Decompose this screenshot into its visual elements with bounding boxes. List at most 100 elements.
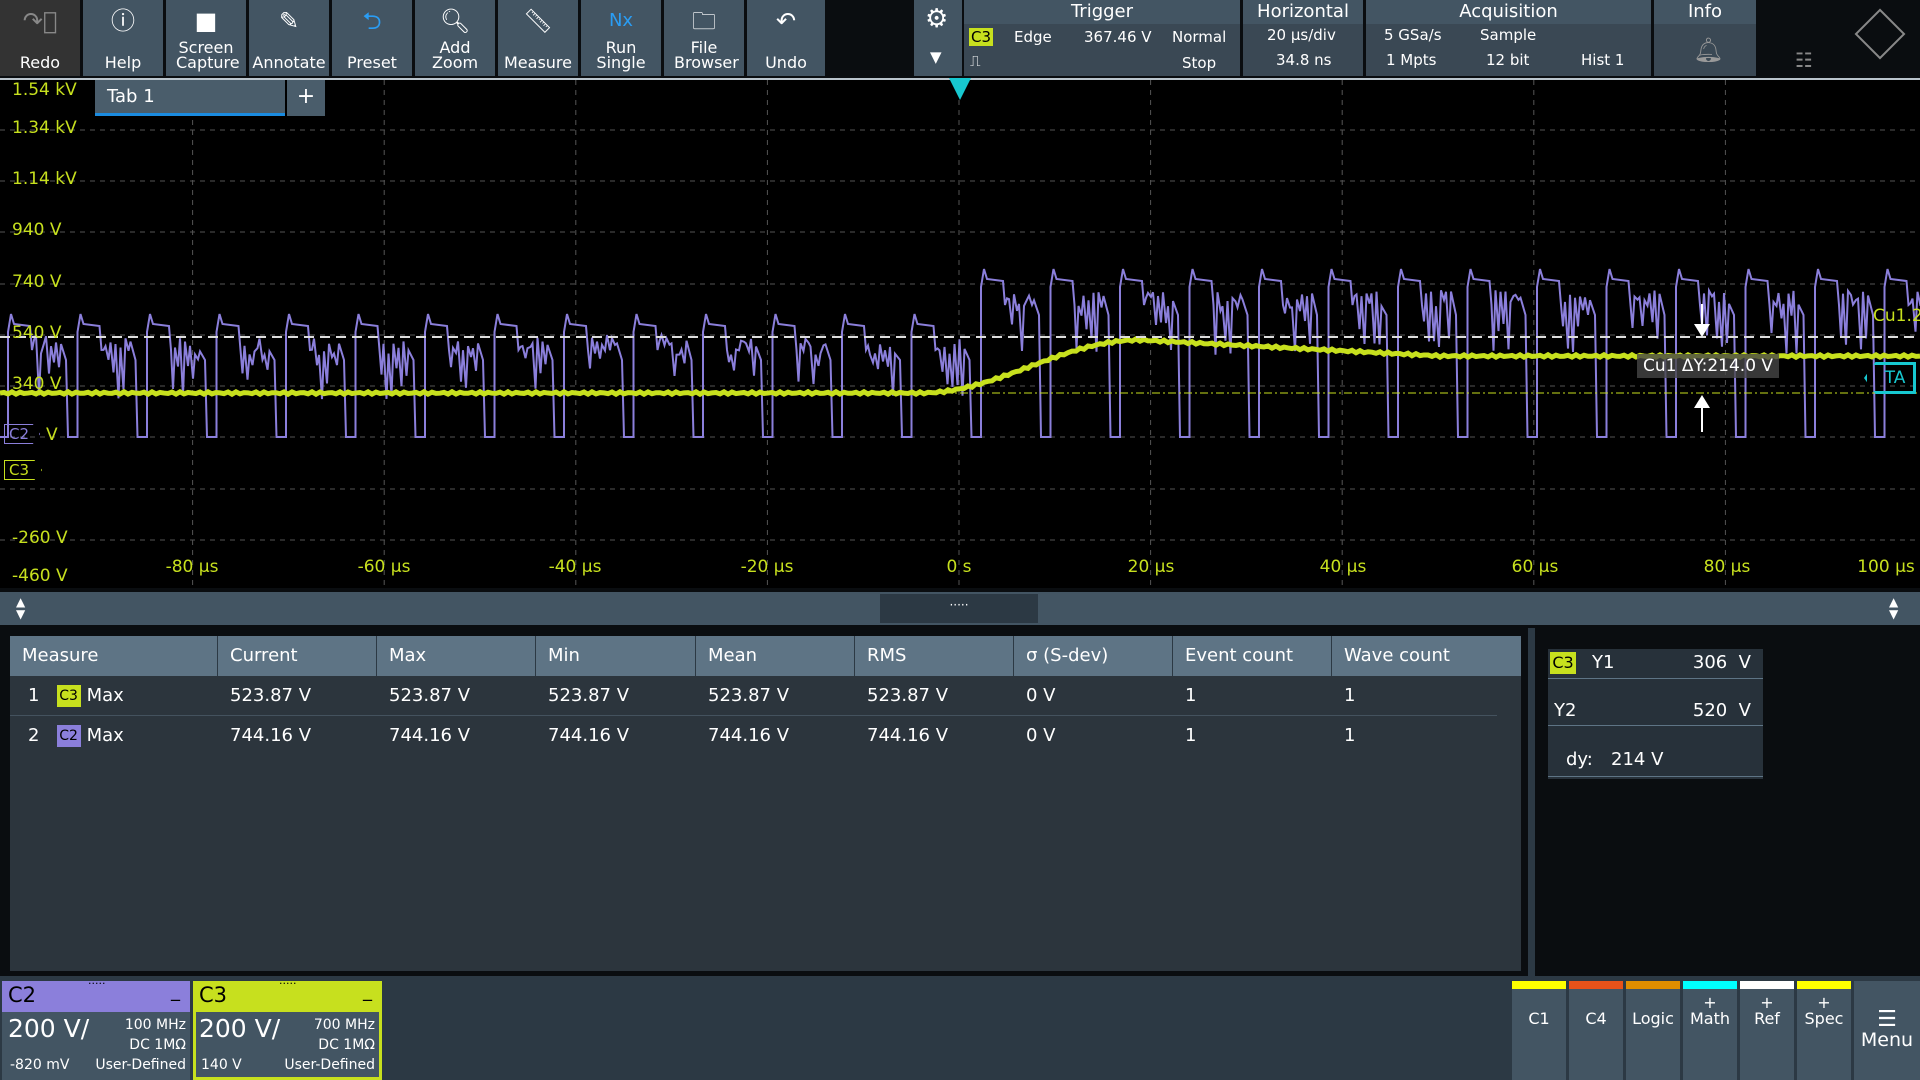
annotate-button[interactable]: ✎ Annotate [249, 0, 329, 76]
horizontal-panel[interactable]: Horizontal 20 µs/div 34.8 ns [1243, 0, 1363, 76]
panel-separator[interactable] [1528, 628, 1535, 976]
resize-arrows-icon[interactable]: ▲ ▼ [16, 596, 25, 620]
trigger-panel[interactable]: Trigger C3 Edge 367.46 V Normal ⎍ Stop [964, 0, 1240, 76]
preset-button[interactable]: ⮌ Preset [332, 0, 412, 76]
trigger-mode: Normal [1172, 28, 1227, 46]
cursor-y1-row[interactable]: C3 Y1 306 V [1548, 649, 1763, 679]
column-header[interactable]: RMS [855, 636, 1014, 676]
minimize-button[interactable]: _ [171, 981, 180, 1002]
drag-handle[interactable]: ····· [88, 977, 105, 990]
column-header[interactable]: Max [377, 636, 536, 676]
undo-button[interactable]: ↶ Undo [747, 0, 825, 76]
channel-coupling: DC 1MΩ [129, 1037, 186, 1053]
button-label: C1 [1528, 1009, 1550, 1028]
x-label: 60 µs [1511, 557, 1559, 577]
redo-label: Redo [19, 53, 61, 72]
channel-offset: 140 V [201, 1057, 242, 1073]
resize-arrows-icon[interactable]: ▲ ▼ [1889, 596, 1898, 620]
button-label: C4 [1585, 1009, 1607, 1028]
info-title: Info [1654, 0, 1756, 24]
y1-value: 306 V [1692, 652, 1751, 673]
acquisition-hist: Hist 1 [1581, 51, 1625, 69]
cursor-y2-row[interactable]: Y2 520 V [1548, 696, 1763, 726]
gear-icon: ⚙ [925, 4, 949, 34]
column-header[interactable]: Min [536, 636, 696, 676]
cell-rms: 523.87 V [867, 685, 949, 706]
screen-capture-label: Screen Capture [176, 38, 240, 72]
column-header[interactable]: Mean [696, 636, 855, 676]
run-single-icon: Nx [608, 10, 634, 31]
add-ref-button[interactable]: + Ref [1740, 981, 1794, 1080]
bell-icon: 🔔︎ [1693, 36, 1724, 64]
y-label: 540 V [12, 323, 62, 343]
folder-search-icon: 🗀 [692, 7, 716, 35]
channel-scale: 200 [199, 1014, 247, 1043]
y2-label: Y2 [1554, 700, 1577, 721]
channel-chip: C3 [56, 685, 81, 707]
measure-button[interactable]: 📏︎ Measure [498, 0, 578, 76]
help-button[interactable]: ⓘ Help [83, 0, 163, 76]
add-math-button[interactable]: + Math [1683, 981, 1737, 1080]
y-label: 1.54 kV [12, 80, 77, 100]
column-header[interactable]: Measure [10, 636, 218, 676]
cell-rms: 744.16 V [867, 725, 949, 746]
add-spec-button[interactable]: + Spec [1797, 981, 1851, 1080]
add-tab-button[interactable]: + [287, 80, 325, 116]
button-label: Ref [1754, 1009, 1780, 1028]
file-browser-button[interactable]: 🗀 File Browser [664, 0, 744, 76]
waveform-area[interactable] [0, 78, 1920, 590]
tab-1[interactable]: Tab 1 [95, 80, 285, 116]
screen-capture-button[interactable]: ■ Screen Capture [166, 0, 246, 76]
menu-button[interactable]: ☰ Menu [1854, 981, 1920, 1080]
channel-c2-box[interactable]: C2 ····· _ 200 V/ 100 MHz DC 1MΩ -820 mV… [2, 977, 190, 1080]
channel-probe: User-Defined [284, 1057, 375, 1073]
redo-icon: ↷⃠ [22, 7, 58, 35]
column-header[interactable]: Current [218, 636, 377, 676]
add-zoom-button[interactable]: 🔍︎ Add Zoom [415, 0, 495, 76]
ruler-icon: 📏︎ [522, 7, 554, 35]
acquisition-resolution: 12 bit [1486, 51, 1530, 69]
c1-button[interactable]: C1 [1512, 981, 1566, 1080]
y-label: 1.14 kV [12, 169, 77, 189]
c2-offset-marker[interactable]: C2 [4, 424, 41, 444]
network-icon: ☷ [1795, 48, 1813, 72]
run-single-button[interactable]: Nx Run Single [581, 0, 661, 76]
undo-icon: ↶ [775, 7, 797, 35]
table-row[interactable]: 2 C2 Max 744.16 V 744.16 V 744.16 V 744.1… [10, 716, 1497, 756]
panel-divider[interactable]: ▲ ▼ ····· ▲ ▼ [0, 592, 1920, 625]
c3-offset-marker[interactable]: C3 [4, 460, 43, 480]
logic-button[interactable]: Logic [1626, 981, 1680, 1080]
trigger-position-marker[interactable] [949, 78, 971, 100]
divider-handle[interactable]: ····· [880, 594, 1038, 623]
y-label: 740 V [12, 272, 62, 292]
y2-value: 520 V [1692, 700, 1751, 721]
cell-min: 744.16 V [548, 725, 630, 746]
acquisition-mode: Sample [1480, 26, 1537, 44]
cell-mean: 523.87 V [708, 685, 790, 706]
trigger-title: Trigger [964, 0, 1240, 24]
acquisition-panel[interactable]: Acquisition 5 GSa/s Sample 1 Mpts 12 bit… [1366, 0, 1651, 76]
table-row[interactable]: 1 C3 Max 523.87 V 523.87 V 523.87 V 523.8… [10, 676, 1497, 716]
channel-coupling: DC 1MΩ [318, 1037, 375, 1053]
info-panel[interactable]: Info 🔔︎ [1654, 0, 1756, 76]
column-header[interactable]: σ (S-dev) [1014, 636, 1173, 676]
redo-button[interactable]: ↷⃠ Redo [0, 0, 80, 76]
cursor-dy-row: dy: 214 V [1548, 745, 1763, 777]
x-label: -20 µs [740, 557, 794, 577]
c4-button[interactable]: C4 [1569, 981, 1623, 1080]
column-header[interactable]: Wave count [1332, 636, 1521, 676]
channel-unit: V/ [254, 1014, 281, 1043]
drag-handle[interactable]: ····· [279, 977, 296, 990]
plus-icon: + [1817, 993, 1831, 1012]
y-label: V [46, 425, 58, 445]
acquisition-points: 1 Mpts [1386, 51, 1437, 69]
settings-button[interactable]: ⚙ ▼ [914, 0, 962, 76]
channel-c3-box[interactable]: C3 ····· _ 200 V/ 700 MHz DC 1MΩ 140 V U… [193, 977, 382, 1080]
row-index: 1 [28, 685, 40, 706]
minimize-button[interactable]: _ [363, 981, 372, 1002]
cell-current: 523.87 V [230, 685, 312, 706]
help-label: Help [104, 53, 142, 72]
column-header[interactable]: Event count [1173, 636, 1332, 676]
x-label: -40 µs [548, 557, 602, 577]
y-label: -260 V [12, 528, 68, 548]
